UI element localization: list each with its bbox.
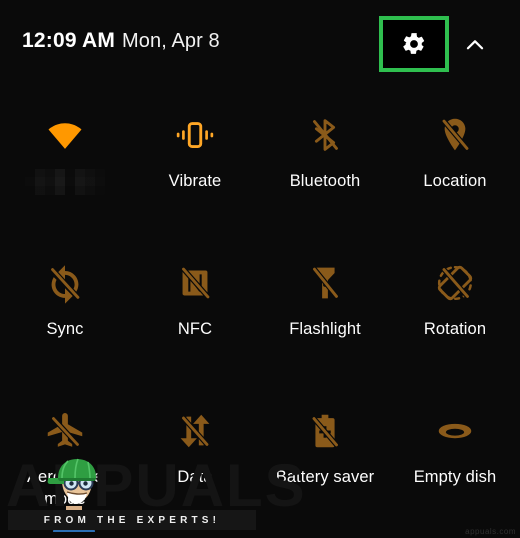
tile-wifi[interactable] bbox=[0, 92, 130, 240]
tile-label-flashlight: Flashlight bbox=[289, 320, 361, 338]
tile-flashlight[interactable]: Flashlight bbox=[260, 240, 390, 388]
tile-data[interactable]: Data bbox=[130, 388, 260, 536]
gear-icon[interactable] bbox=[401, 31, 427, 57]
quick-settings-tiles: Vibrate Bluetooth Location Sync NFC Flas… bbox=[0, 92, 520, 536]
tile-location[interactable]: Location bbox=[390, 92, 520, 240]
tile-label-vibrate: Vibrate bbox=[168, 172, 222, 190]
quick-settings-panel: 12:09 AM Mon, Apr 8 Vibrate Bluetooth Lo… bbox=[0, 0, 520, 538]
tile-label-empty-dish: Empty dish bbox=[413, 468, 497, 486]
airplane-off-icon[interactable] bbox=[42, 408, 88, 454]
tile-sync[interactable]: Sync bbox=[0, 240, 130, 388]
bluetooth-off-icon[interactable] bbox=[302, 112, 348, 158]
tile-label-data: Data bbox=[177, 468, 213, 486]
tile-aeroplane-mode[interactable]: Aeroplane mode bbox=[0, 388, 130, 536]
tile-empty-dish[interactable]: Empty dish bbox=[390, 388, 520, 536]
chevron-up-icon[interactable] bbox=[462, 32, 488, 58]
tile-label-aeroplane-mode: Aeroplane mode bbox=[26, 468, 104, 508]
tile-label-battery-saver: Battery saver bbox=[275, 468, 375, 486]
tile-bluetooth[interactable]: Bluetooth bbox=[260, 92, 390, 240]
flashlight-off-icon[interactable] bbox=[302, 260, 348, 306]
nfc-off-icon[interactable] bbox=[172, 260, 218, 306]
tile-label-rotation: Rotation bbox=[423, 320, 487, 338]
mobile-data-off-icon[interactable] bbox=[172, 408, 218, 454]
location-off-icon[interactable] bbox=[432, 112, 478, 158]
tile-vibrate[interactable]: Vibrate bbox=[130, 92, 260, 240]
tile-label-location: Location bbox=[423, 172, 487, 190]
tile-label-wifi bbox=[25, 169, 105, 195]
empty-dish-icon[interactable] bbox=[432, 408, 478, 454]
clock-date: Mon, Apr 8 bbox=[122, 30, 220, 52]
tile-rotation[interactable]: Rotation bbox=[390, 240, 520, 388]
clock-time: 12:09 AM bbox=[22, 29, 116, 52]
tile-label-bluetooth: Bluetooth bbox=[289, 172, 361, 190]
settings-button-highlight[interactable] bbox=[379, 16, 449, 72]
tile-battery-saver[interactable]: Battery saver bbox=[260, 388, 390, 536]
status-header: 12:09 AM Mon, Apr 8 bbox=[0, 0, 520, 92]
watermark-corner-url: appuals.com bbox=[465, 527, 516, 536]
rotation-off-icon[interactable] bbox=[432, 260, 478, 306]
wifi-icon[interactable] bbox=[42, 112, 88, 158]
tile-label-sync: Sync bbox=[46, 320, 84, 338]
tile-nfc[interactable]: NFC bbox=[130, 240, 260, 388]
clock-and-date: 12:09 AM Mon, Apr 8 bbox=[22, 30, 220, 51]
tile-label-nfc: NFC bbox=[177, 320, 213, 338]
sync-off-icon[interactable] bbox=[42, 260, 88, 306]
battery-saver-off-icon[interactable] bbox=[302, 408, 348, 454]
vibrate-icon[interactable] bbox=[172, 112, 218, 158]
